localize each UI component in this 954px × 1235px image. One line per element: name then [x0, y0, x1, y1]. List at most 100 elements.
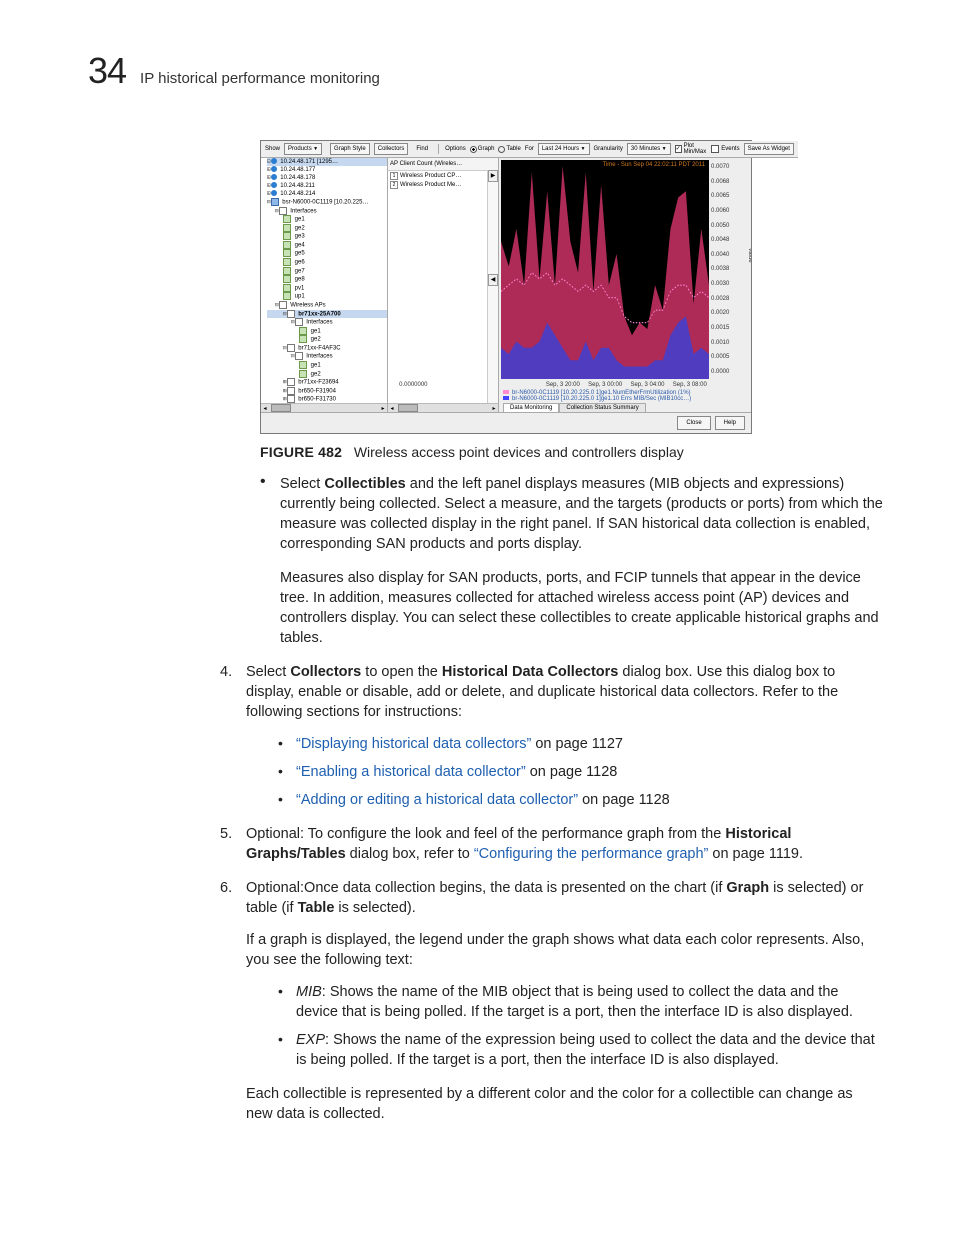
graph-style-button[interactable]: Graph Style	[330, 143, 370, 155]
legend-item: br-N6000-0C1119 [10.20.225.0 1]ge1.10 Er…	[503, 396, 747, 402]
tree-item[interactable]: ⊞ 10.24.48.211	[267, 182, 387, 190]
tree-item[interactable]: ⊟ Interfaces	[267, 352, 387, 361]
measures-scrollbar[interactable]: ◂▸	[388, 403, 498, 412]
tree-item[interactable]: ⊟ br71xx-F4AF3C	[267, 344, 387, 353]
help-button[interactable]: Help	[715, 416, 745, 430]
tree-item[interactable]: ge1	[267, 327, 387, 336]
tree-item-label[interactable]: 10.24.48.178	[279, 175, 316, 181]
tree-item-label[interactable]: 10.24.48.214	[279, 191, 316, 197]
tree-item-label[interactable]: Wireless APs	[289, 303, 326, 309]
plot-minmax-checkbox[interactable]: Plot Min/Max	[675, 143, 708, 155]
tree-item[interactable]: ⊟ br71xx-25A700	[267, 310, 387, 319]
leaf-icon	[283, 232, 291, 240]
tree-item-label[interactable]: up1	[293, 294, 305, 300]
tree-item[interactable]: ge8	[267, 275, 387, 284]
leaf-icon	[299, 370, 307, 378]
nav-tree[interactable]: ⊟ 10.24.48.171 [1295…⊞ 10.24.48.177⊞ 10.…	[261, 158, 388, 412]
figure-label: FIGURE 482	[260, 444, 342, 460]
tree-item-label[interactable]: ge8	[293, 277, 305, 283]
toolbar-mid: Graph Style Collectors	[326, 141, 412, 158]
tree-item-label[interactable]: br71xx-25A700	[297, 311, 341, 317]
tree-item-label[interactable]: ge1	[309, 328, 321, 334]
options-label: Options	[445, 146, 466, 152]
tree-item[interactable]: ge6	[267, 258, 387, 267]
tree-item-label[interactable]: ge2	[293, 225, 305, 231]
cross-reference-link[interactable]: “Adding or editing a historical data col…	[296, 792, 578, 808]
tree-item[interactable]: ge5	[267, 249, 387, 258]
tree-item[interactable]: ⊞ br71xx-F23694	[267, 378, 387, 387]
tree-item[interactable]: ⊟ bsr-N6000-0C1119 [10.20.225…	[267, 198, 387, 207]
box-icon	[287, 310, 295, 318]
tree-item[interactable]: ge7	[267, 267, 387, 276]
collectors-button[interactable]: Collectors	[374, 143, 409, 155]
close-button[interactable]: Close	[677, 416, 710, 430]
tree-item-label[interactable]: ge5	[293, 251, 305, 257]
ytick: 0.0070	[711, 164, 745, 170]
tree-scrollbar[interactable]: ◂▸	[261, 403, 387, 412]
granularity-dropdown[interactable]: 30 Minutes	[627, 143, 671, 155]
tree-item-label[interactable]: 10.24.48.177	[279, 167, 316, 173]
tree-item[interactable]: ge1	[267, 215, 387, 224]
tree-item-label[interactable]: ge2	[309, 337, 321, 343]
tree-item[interactable]: ⊟ Interfaces	[267, 207, 387, 216]
chart-tabs: Data Monitoring Collection Status Summar…	[499, 403, 751, 412]
tree-item-label[interactable]: br650-F31904	[297, 388, 336, 394]
tree-item[interactable]: ge2	[267, 224, 387, 233]
tree-item[interactable]: up1	[267, 292, 387, 301]
tree-item[interactable]: ge2	[267, 335, 387, 344]
tree-item[interactable]: ⊞ 10.24.48.214	[267, 190, 387, 198]
tree-item[interactable]: ge2	[267, 370, 387, 379]
measure-row[interactable]: 1Wireless Product CP…	[388, 171, 498, 180]
radio-table[interactable]: Table	[498, 146, 520, 153]
chart-xaxis: 0.0000000 Sep, 3 20:00 Sep, 3 00:00 Sep,…	[499, 381, 751, 389]
radio-graph[interactable]: Graph	[470, 146, 495, 153]
save-as-widget-button[interactable]: Save As Widget	[744, 143, 794, 155]
for-dropdown[interactable]: Last 24 Hours	[538, 143, 590, 155]
tree-item-label[interactable]: pv1	[293, 285, 304, 291]
measures-header: AP Client Count (Wireles…	[388, 158, 498, 171]
tree-item-label[interactable]: Interfaces	[305, 354, 333, 360]
tree-item-label[interactable]: ge1	[309, 363, 321, 369]
measure-row[interactable]: 2Wireless Product Me…	[388, 180, 498, 189]
tree-item-label[interactable]: ge6	[293, 260, 305, 266]
tab-data-monitoring[interactable]: Data Monitoring	[503, 403, 559, 412]
switch-icon	[271, 198, 279, 206]
tree-item[interactable]: pv1	[267, 284, 387, 293]
tree-item-label[interactable]: ge3	[293, 234, 305, 240]
tree-item-label[interactable]: 10.24.48.211	[279, 183, 315, 189]
tree-item-label[interactable]: br71xx-F23694	[297, 380, 339, 386]
globe-icon	[271, 190, 277, 196]
tree-item[interactable]: ge1	[267, 361, 387, 370]
chart-panel: Time - Sun Sep 04 22:02:11 PDT 2011 0.00…	[499, 158, 751, 412]
tree-item[interactable]: ⊞ 10.24.48.178	[267, 174, 387, 182]
cross-reference-link[interactable]: “Enabling a historical data collector”	[296, 764, 526, 780]
tree-item[interactable]: ⊞ br650-F31904	[267, 387, 387, 396]
tree-item-label[interactable]: br650-F31730	[297, 397, 336, 403]
tree-item-label[interactable]: ge2	[309, 371, 321, 377]
tree-item[interactable]: ge3	[267, 232, 387, 241]
leaf-icon	[283, 292, 291, 300]
box-icon	[287, 344, 295, 352]
tree-item[interactable]: ⊟ Interfaces	[267, 318, 387, 327]
tree-item-label[interactable]: ge4	[293, 242, 305, 248]
tree-item-label[interactable]: ge1	[293, 217, 305, 223]
tree-item-label[interactable]: Interfaces	[305, 320, 333, 326]
tree-item-label[interactable]: ge7	[293, 268, 305, 274]
tree-item[interactable]: ⊟ 10.24.48.171 [1295…	[267, 158, 387, 166]
tree-item-label[interactable]: bsr-N6000-0C1119 [10.20.225…	[281, 200, 369, 206]
xref-bullet: “Enabling a historical data collector” o…	[278, 762, 876, 782]
tree-item[interactable]: ge4	[267, 241, 387, 250]
show-dropdown[interactable]: Products	[284, 143, 322, 155]
move-left-button[interactable]: ◀	[488, 274, 498, 286]
tab-collection-status[interactable]: Collection Status Summary	[559, 403, 645, 412]
tree-item-label[interactable]: br71xx-F4AF3C	[297, 345, 341, 351]
cross-reference-link[interactable]: “Displaying historical data collectors”	[296, 736, 531, 752]
tree-item-label[interactable]: Interfaces	[289, 208, 317, 214]
link-configuring-performance-graph[interactable]: “Configuring the performance graph”	[474, 846, 709, 862]
leaf-icon	[283, 275, 291, 283]
move-right-button[interactable]: ▶	[488, 170, 498, 182]
events-checkbox[interactable]: Events	[711, 145, 739, 153]
tree-item[interactable]: ⊞ 10.24.48.177	[267, 166, 387, 174]
tree-item[interactable]: ⊟ Wireless APs	[267, 301, 387, 310]
tree-item-label[interactable]: 10.24.48.171 [1295…	[279, 159, 338, 165]
